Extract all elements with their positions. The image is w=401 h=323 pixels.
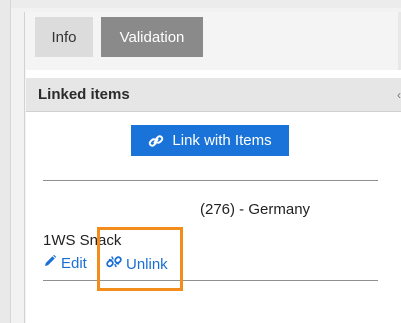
tab-info-label: Info <box>51 28 77 46</box>
divider <box>43 280 378 281</box>
link-icon <box>148 133 164 149</box>
link-with-items-label: Link with Items <box>172 132 272 149</box>
pencil-icon <box>43 254 57 272</box>
top-bar <box>0 0 401 8</box>
edit-label: Edit <box>61 254 87 272</box>
tab-validation-label: Validation <box>119 28 185 46</box>
tab-info[interactable]: Info <box>35 17 93 57</box>
section-title: Linked items <box>38 86 130 103</box>
divider <box>43 180 378 181</box>
collapse-chevron-icon[interactable]: ‹ <box>397 88 401 102</box>
edit-link[interactable]: Edit <box>43 254 87 272</box>
linked-items-header: Linked items ‹ <box>26 78 401 112</box>
left-gutter <box>0 0 11 323</box>
link-with-items-button[interactable]: Link with Items <box>131 125 289 156</box>
app-frame: Info Validation Linked items ‹ Link with… <box>0 0 401 323</box>
highlight-box <box>97 227 183 291</box>
item-country: (276) - Germany <box>200 201 311 218</box>
tab-content: Linked items ‹ <box>26 70 401 323</box>
tab-validation[interactable]: Validation <box>101 17 203 57</box>
